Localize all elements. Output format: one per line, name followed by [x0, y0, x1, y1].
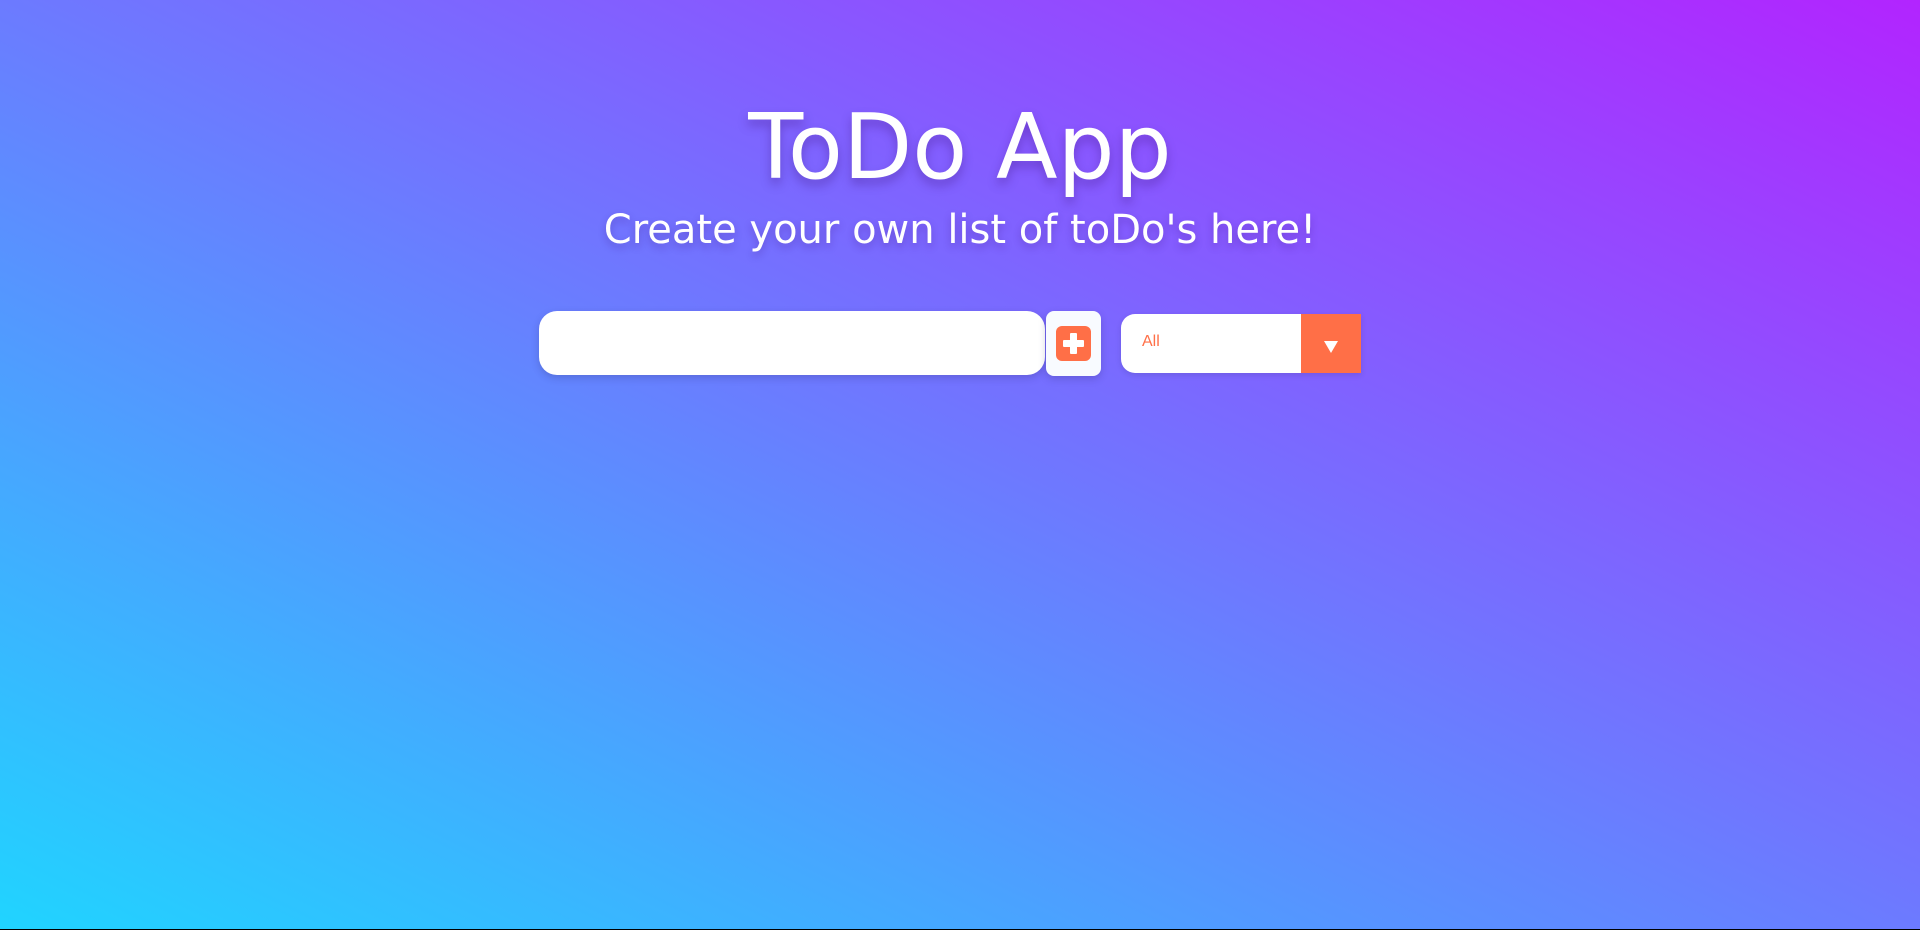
add-todo-button[interactable]: [1046, 311, 1101, 376]
filter-dropdown-button[interactable]: [1301, 314, 1361, 373]
filter-select[interactable]: All: [1121, 314, 1361, 373]
chevron-down-icon: [1324, 341, 1338, 353]
todo-form: All: [539, 311, 1361, 377]
filter-selected-value: All: [1142, 333, 1160, 350]
page-title: ToDo App: [748, 95, 1172, 200]
app-header: ToDo App Create your own list of toDo's …: [0, 92, 1920, 256]
page-background: ToDo App Create your own list of toDo's …: [0, 0, 1920, 929]
todo-input[interactable]: [539, 311, 1045, 375]
plus-icon: [1056, 326, 1091, 361]
page-subtitle: Create your own list of toDo's here!: [603, 207, 1317, 253]
